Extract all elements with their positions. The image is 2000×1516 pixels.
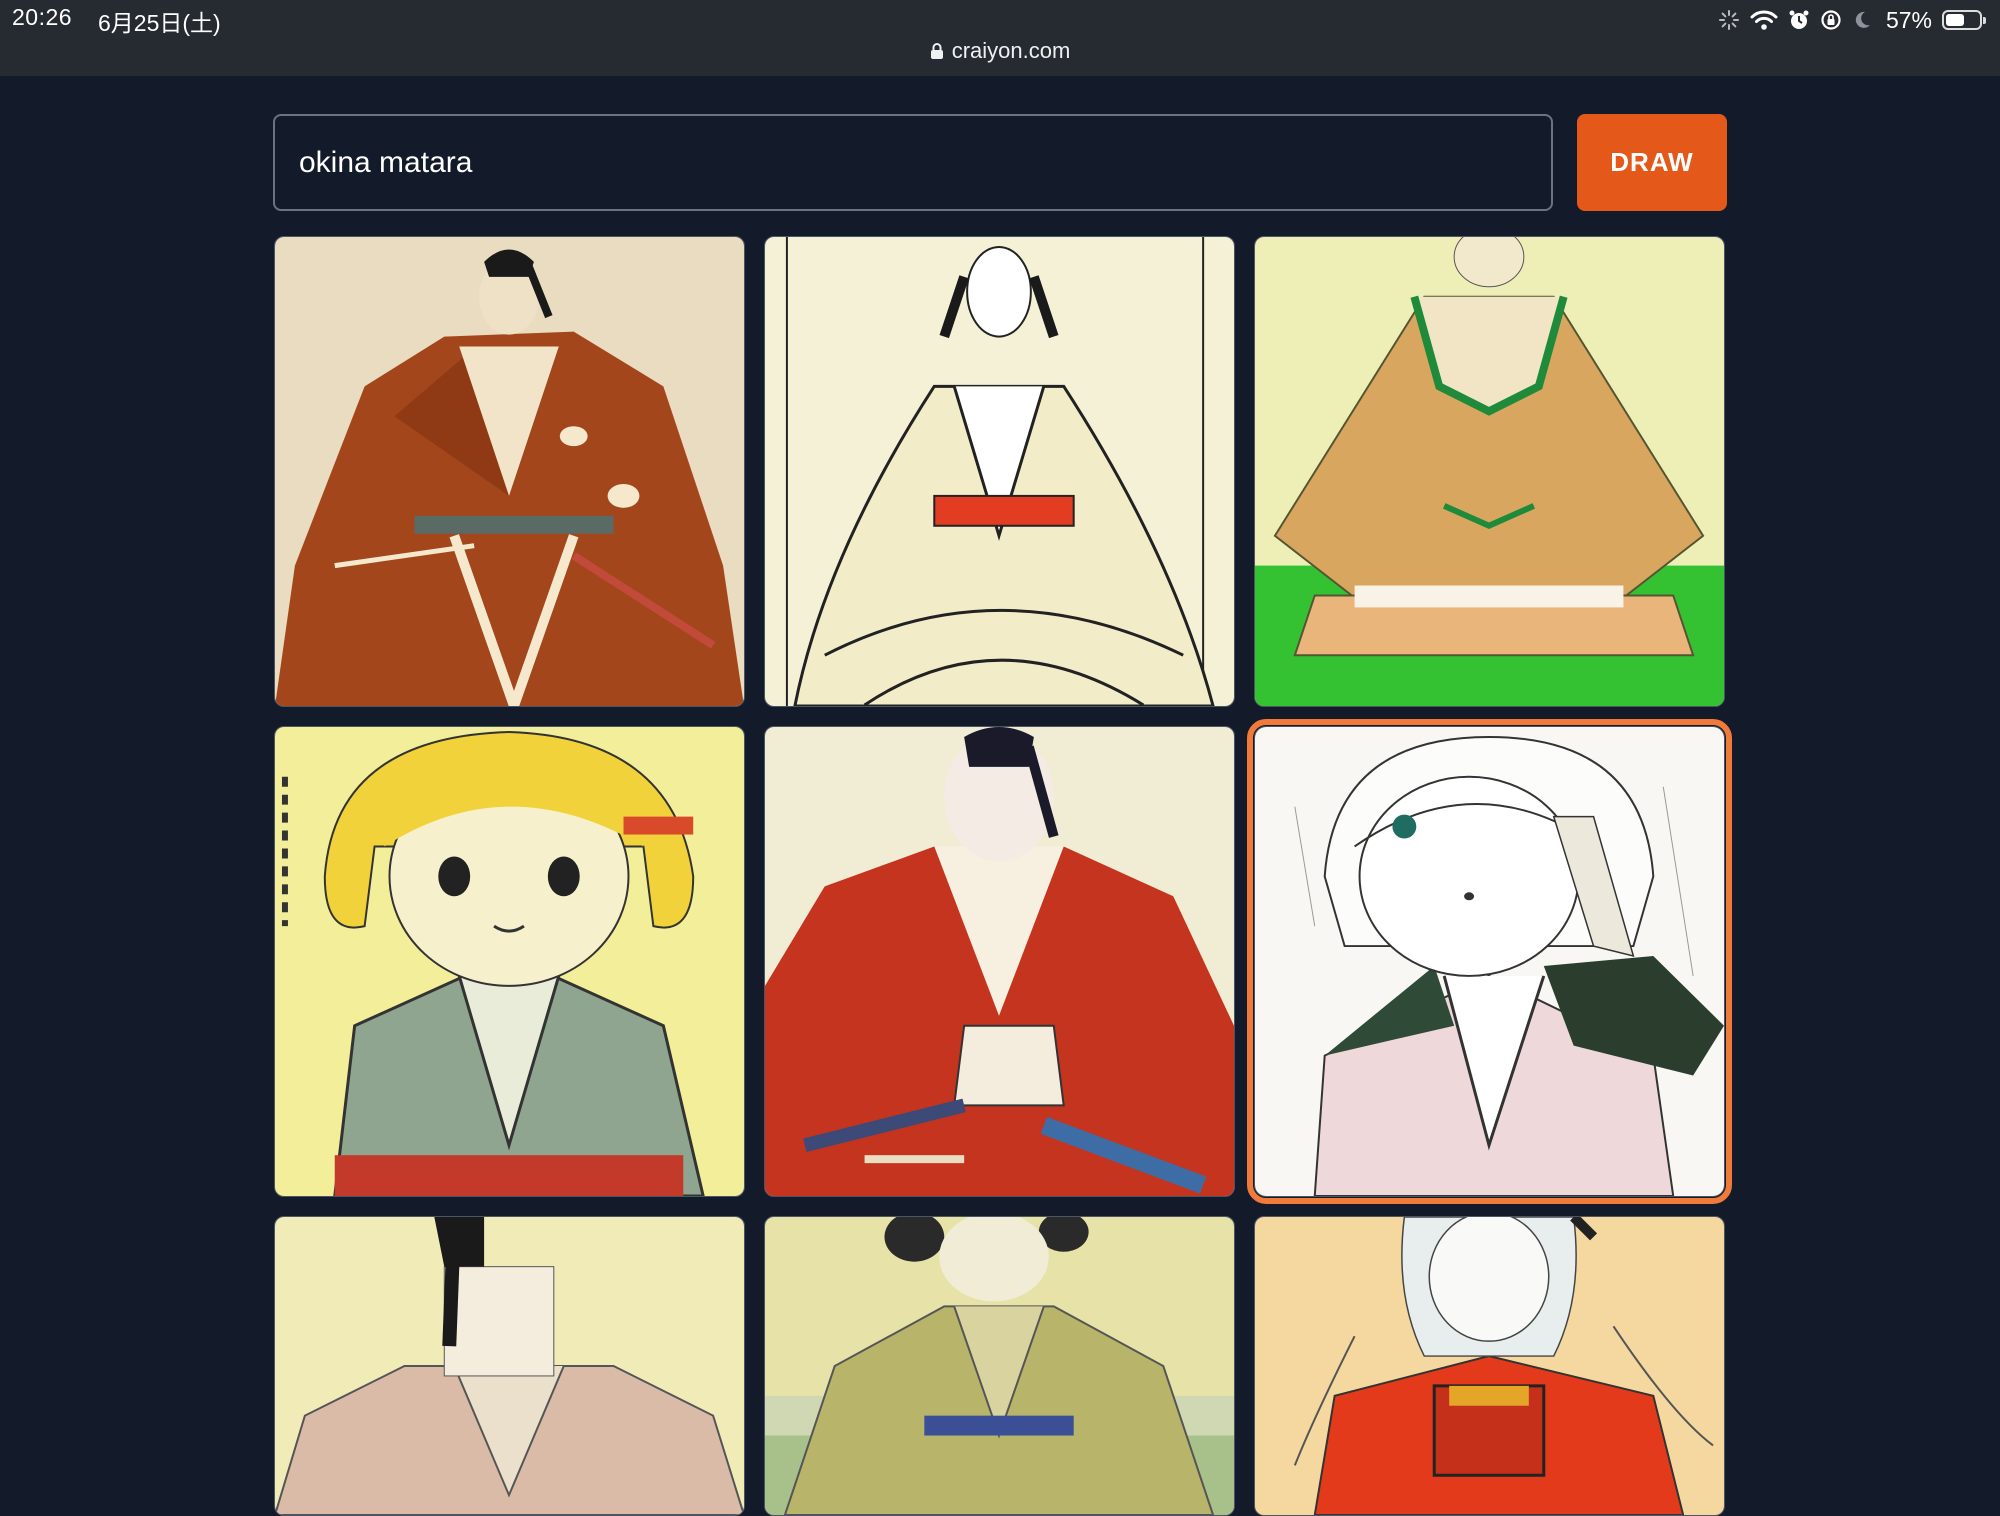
generated-image-2[interactable] xyxy=(764,236,1235,707)
alarm-icon xyxy=(1789,10,1809,29)
prompt-field[interactable] xyxy=(273,114,1553,211)
status-icons: 57% xyxy=(1718,5,1986,35)
generated-image-1[interactable] xyxy=(274,236,745,707)
image-anime-red xyxy=(1255,1217,1724,1515)
image-green-bg xyxy=(1255,237,1724,706)
generated-image-6[interactable] xyxy=(1247,719,1732,1204)
image-cream-sketch xyxy=(765,237,1234,706)
prompt-input[interactable] xyxy=(275,116,1551,209)
generated-image-8[interactable] xyxy=(764,1216,1235,1516)
status-time: 20:26 xyxy=(12,4,73,30)
lock-icon xyxy=(930,43,943,59)
status-date: 6月25日(土) xyxy=(98,10,221,36)
address-bar[interactable]: craiyon.com xyxy=(0,38,2000,64)
battery-percent: 57% xyxy=(1885,6,1932,33)
image-tan-kimono xyxy=(275,1217,744,1515)
generated-image-3[interactable] xyxy=(1254,236,1725,707)
moon-icon xyxy=(1855,11,1870,28)
image-anime-blonde xyxy=(275,727,744,1196)
browser-status-bar: 20:26 6月25日(土) craiyon.com 57% xyxy=(0,0,2000,76)
image-anime-sketch xyxy=(1255,727,1724,1196)
loading-spinner-icon xyxy=(1718,10,1739,30)
orientation-lock-icon xyxy=(1821,10,1841,30)
url-text: craiyon.com xyxy=(951,38,1071,63)
battery-fill xyxy=(1946,14,1965,26)
generated-image-5[interactable] xyxy=(764,726,1235,1197)
wifi-icon xyxy=(1750,10,1778,30)
generated-image-7[interactable] xyxy=(274,1216,745,1516)
image-red-kimono xyxy=(765,727,1234,1196)
draw-button[interactable]: DRAW xyxy=(1577,114,1727,211)
image-brown-kimono xyxy=(275,237,744,706)
battery-icon xyxy=(1942,10,1986,30)
generated-image-4[interactable] xyxy=(274,726,745,1197)
generated-image-9[interactable] xyxy=(1254,1216,1725,1516)
image-yellowgreen-kimono xyxy=(765,1217,1234,1515)
